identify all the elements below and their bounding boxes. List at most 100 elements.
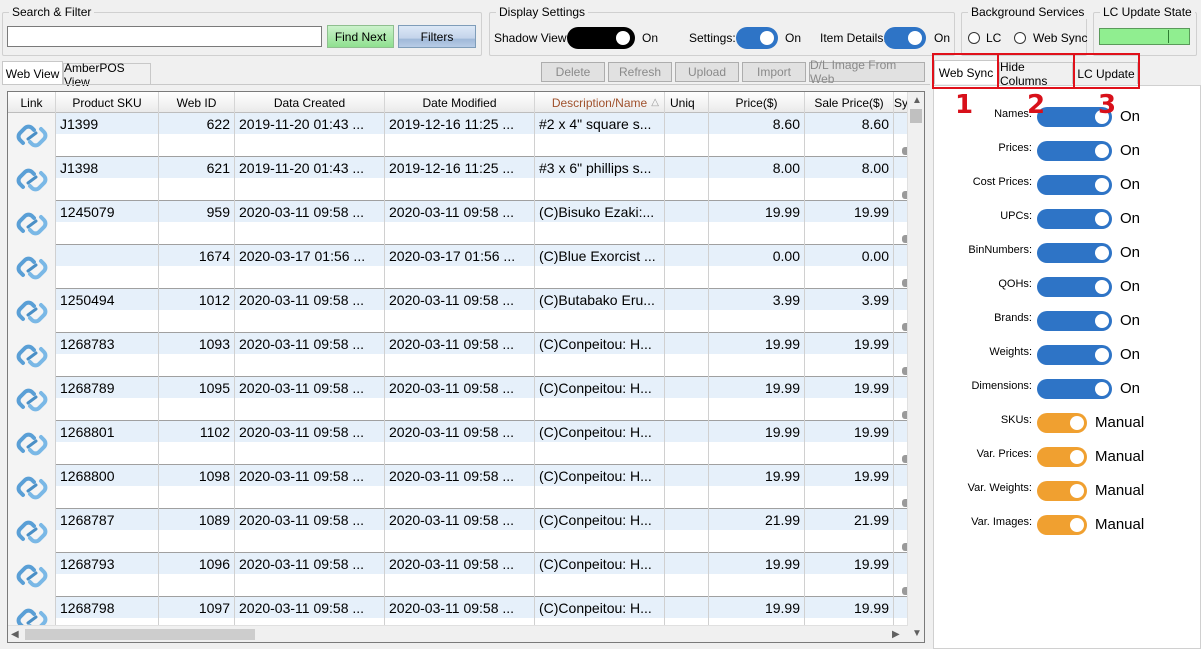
col-header-product-sku[interactable]: Product SKU	[56, 92, 159, 113]
cell-sale-price[interactable]: 19.99	[805, 201, 894, 245]
setting-toggle[interactable]	[1037, 243, 1112, 263]
setting-toggle[interactable]	[1037, 175, 1112, 195]
cell-date-modified[interactable]: 2020-03-11 09:58 ...	[385, 553, 535, 597]
cell-date-created[interactable]: 2020-03-11 09:58 ...	[235, 377, 385, 421]
cell-date-modified[interactable]: 2020-03-11 09:58 ...	[385, 421, 535, 465]
cell-uniq[interactable]	[665, 333, 709, 377]
table-row[interactable]: 1245079 959 2020-03-11 09:58 ... 2020-03-11…	[8, 201, 908, 245]
cell-web-id[interactable]: 1089	[159, 509, 235, 553]
setting-toggle[interactable]	[1037, 447, 1087, 467]
cell-web-id[interactable]: 1674	[159, 245, 235, 289]
cell-link[interactable]	[8, 113, 56, 157]
link-chain-icon[interactable]	[16, 473, 48, 506]
cell-description[interactable]: (C)Conpeitou: H...	[535, 465, 665, 509]
filters-button[interactable]: Filters	[398, 25, 476, 48]
col-header-date-modified[interactable]: Date Modified	[385, 92, 535, 113]
link-chain-icon[interactable]	[16, 561, 48, 594]
cell-product-sku[interactable]: 1245079	[56, 201, 159, 245]
cell-link[interactable]	[8, 201, 56, 245]
vertical-scroll-thumb[interactable]	[910, 109, 922, 123]
cell-description[interactable]: (C)Conpeitou: H...	[535, 421, 665, 465]
link-chain-icon[interactable]	[16, 385, 48, 418]
cell-date-modified[interactable]: 2020-03-17 01:56 ...	[385, 245, 535, 289]
scroll-left-icon[interactable]: ◀	[11, 629, 19, 640]
cell-product-sku[interactable]: 1268787	[56, 509, 159, 553]
table-row[interactable]: J1398 621 2019-11-20 01:43 ... 2019-12-16 1…	[8, 157, 908, 201]
table-row[interactable]: J1399 622 2019-11-20 01:43 ... 2019-12-16 1…	[8, 113, 908, 157]
cell-sale-price[interactable]: 3.99	[805, 289, 894, 333]
link-chain-icon[interactable]	[16, 429, 48, 462]
shadow-view-toggle[interactable]	[567, 27, 635, 49]
link-chain-icon[interactable]	[16, 165, 48, 198]
cell-link[interactable]	[8, 509, 56, 553]
table-row[interactable]: 1268787 1089 2020-03-11 09:58 ... 2020-03-1…	[8, 509, 908, 553]
cell-web-id[interactable]: 1096	[159, 553, 235, 597]
link-chain-icon[interactable]	[16, 517, 48, 550]
cell-link[interactable]	[8, 421, 56, 465]
web-sync-radio[interactable]	[1014, 32, 1026, 44]
cell-description[interactable]: (C)Bisuko Ezaki:...	[535, 201, 665, 245]
tab-amberpos-view[interactable]: AmberPOS View	[63, 61, 151, 89]
import-button[interactable]: Import	[742, 62, 806, 82]
cell-uniq[interactable]	[665, 245, 709, 289]
search-input[interactable]	[7, 26, 322, 47]
cell-link[interactable]	[8, 289, 56, 333]
cell-uniq[interactable]	[665, 377, 709, 421]
download-image-button[interactable]: D/L Image From Web	[809, 58, 925, 86]
cell-web-id[interactable]: 1093	[159, 333, 235, 377]
horizontal-scroll-thumb[interactable]	[25, 629, 255, 640]
cell-price[interactable]: 19.99	[709, 553, 805, 597]
setting-toggle[interactable]	[1037, 379, 1112, 399]
cell-description[interactable]: (C)Butabako Eru...	[535, 289, 665, 333]
cell-date-created[interactable]: 2020-03-17 01:56 ...	[235, 245, 385, 289]
cell-uniq[interactable]	[665, 289, 709, 333]
cell-uniq[interactable]	[665, 157, 709, 201]
cell-uniq[interactable]	[665, 509, 709, 553]
cell-price[interactable]: 8.00	[709, 157, 805, 201]
cell-product-sku[interactable]: 1268789	[56, 377, 159, 421]
cell-sale-price[interactable]: 19.99	[805, 377, 894, 421]
link-chain-icon[interactable]	[16, 253, 48, 286]
table-row[interactable]: 1268789 1095 2020-03-11 09:58 ... 2020-03-1…	[8, 377, 908, 421]
cell-uniq[interactable]	[665, 421, 709, 465]
cell-price[interactable]: 8.60	[709, 113, 805, 157]
setting-toggle[interactable]	[1037, 141, 1112, 161]
cell-description[interactable]: #2 x 4" square s...	[535, 113, 665, 157]
setting-toggle[interactable]	[1037, 481, 1087, 501]
cell-price[interactable]: 3.99	[709, 289, 805, 333]
cell-date-modified[interactable]: 2020-03-11 09:58 ...	[385, 465, 535, 509]
cell-web-id[interactable]: 1012	[159, 289, 235, 333]
cell-description[interactable]: (C)Blue Exorcist ...	[535, 245, 665, 289]
cell-price[interactable]: 19.99	[709, 465, 805, 509]
cell-sale-price[interactable]: 19.99	[805, 421, 894, 465]
find-next-button[interactable]: Find Next	[327, 25, 394, 48]
cell-date-created[interactable]: 2019-11-20 01:43 ...	[235, 113, 385, 157]
setting-toggle[interactable]	[1037, 515, 1087, 535]
cell-link[interactable]	[8, 465, 56, 509]
cell-date-created[interactable]: 2020-03-11 09:58 ...	[235, 421, 385, 465]
col-header-sale-price[interactable]: Sale Price($)	[805, 92, 894, 113]
cell-sale-price[interactable]: 8.00	[805, 157, 894, 201]
cell-date-created[interactable]: 2020-03-11 09:58 ...	[235, 553, 385, 597]
horizontal-scrollbar[interactable]: ◀ ▶	[8, 625, 908, 642]
col-header-web-id[interactable]: Web ID	[159, 92, 235, 113]
col-header-uniq[interactable]: Uniq	[665, 92, 709, 113]
cell-sale-price[interactable]: 19.99	[805, 553, 894, 597]
setting-toggle[interactable]	[1037, 277, 1112, 297]
setting-toggle[interactable]	[1037, 413, 1087, 433]
link-chain-icon[interactable]	[16, 297, 48, 330]
cell-product-sku[interactable]: 1268801	[56, 421, 159, 465]
table-row[interactable]: 1674 2020-03-17 01:56 ... 2020-03-17 01:56…	[8, 245, 908, 289]
cell-date-created[interactable]: 2020-03-11 09:58 ...	[235, 201, 385, 245]
cell-date-modified[interactable]: 2020-03-11 09:58 ...	[385, 509, 535, 553]
vertical-scrollbar[interactable]: ▲ ▼	[907, 92, 924, 642]
scroll-down-icon[interactable]: ▼	[912, 628, 922, 639]
cell-date-created[interactable]: 2020-03-11 09:58 ...	[235, 509, 385, 553]
cell-description[interactable]: (C)Conpeitou: H...	[535, 553, 665, 597]
lc-radio[interactable]	[968, 32, 980, 44]
cell-price[interactable]: 0.00	[709, 245, 805, 289]
cell-product-sku[interactable]: J1398	[56, 157, 159, 201]
cell-uniq[interactable]	[665, 553, 709, 597]
cell-date-created[interactable]: 2020-03-11 09:58 ...	[235, 289, 385, 333]
cell-description[interactable]: (C)Conpeitou: H...	[535, 333, 665, 377]
